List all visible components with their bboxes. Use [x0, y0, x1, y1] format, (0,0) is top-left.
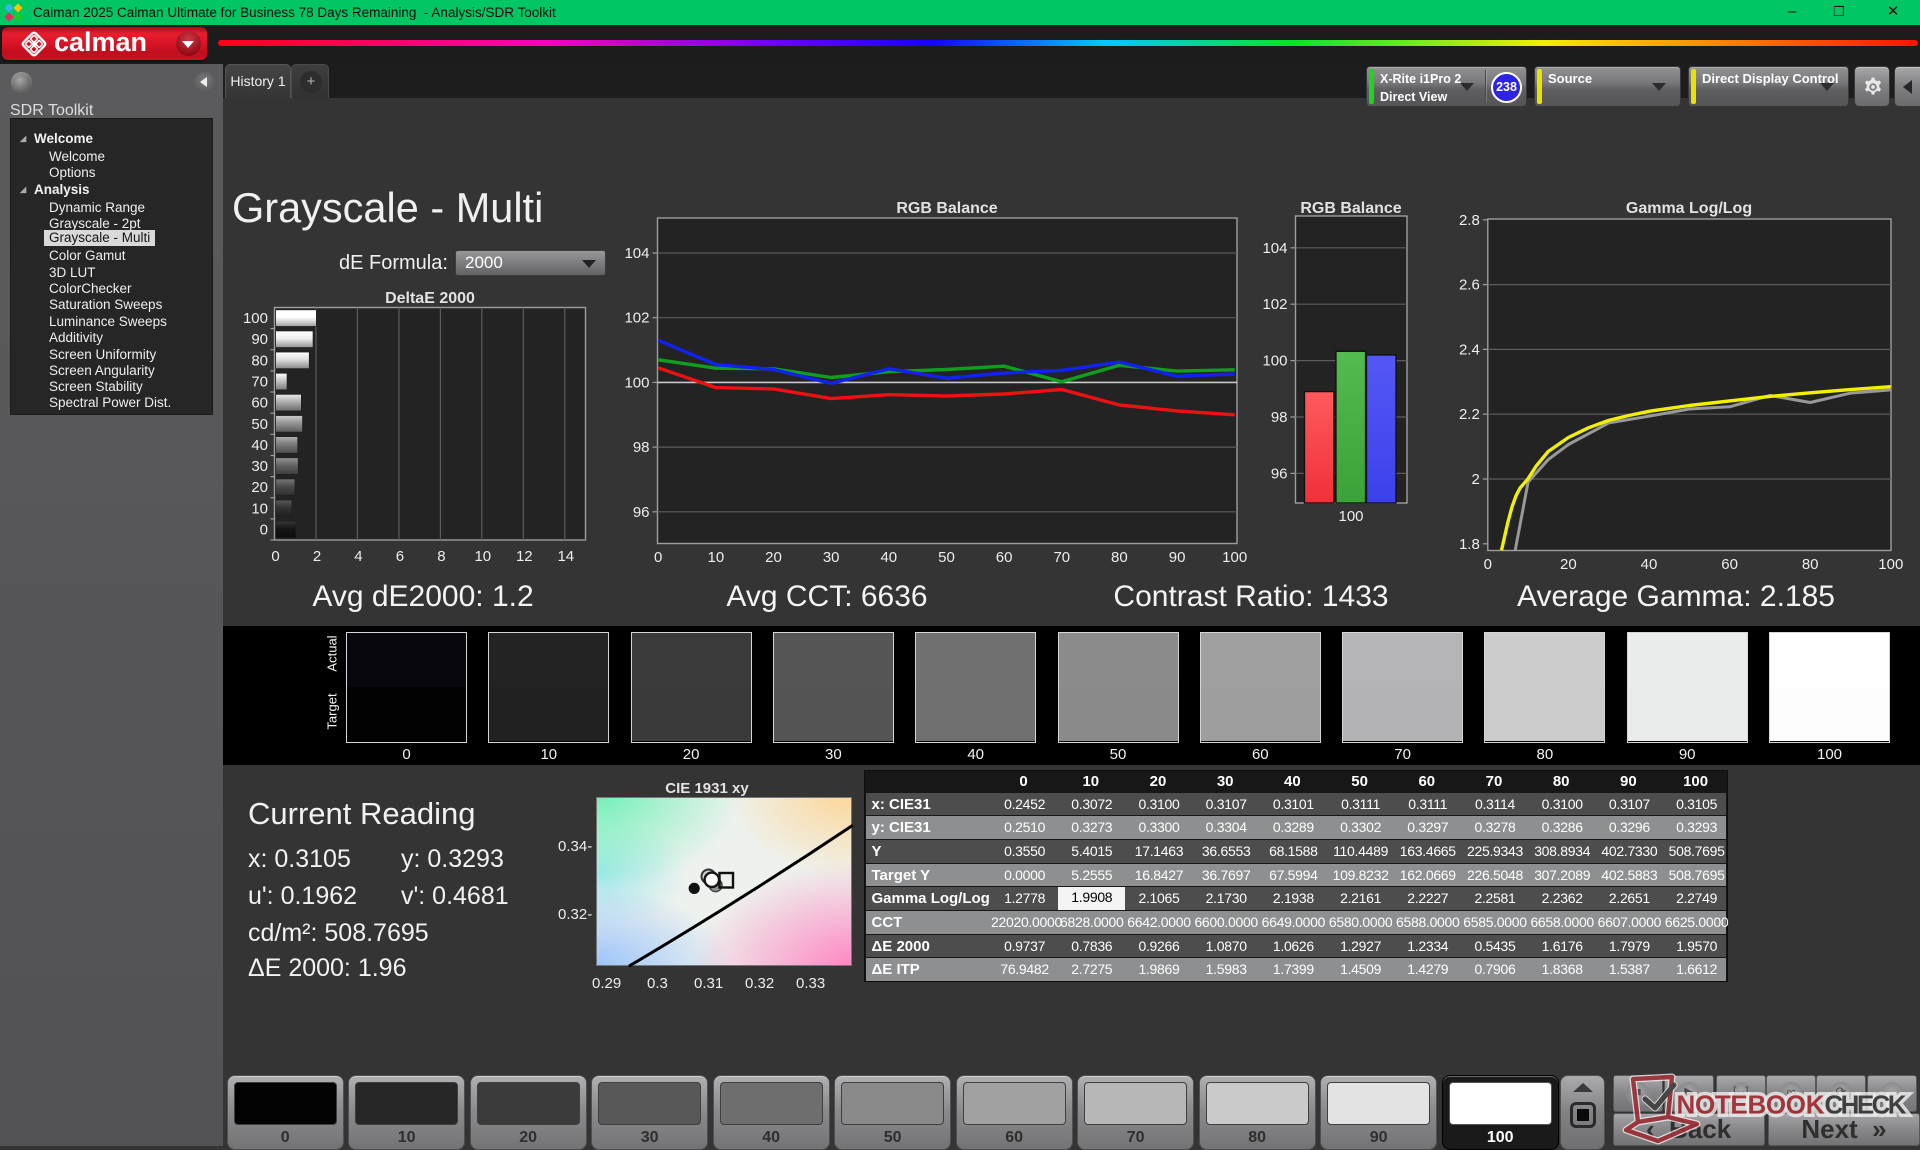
svg-text:CHECK: CHECK	[1825, 1090, 1907, 1120]
svg-text:NOTEBOOK: NOTEBOOK	[1677, 1090, 1825, 1120]
